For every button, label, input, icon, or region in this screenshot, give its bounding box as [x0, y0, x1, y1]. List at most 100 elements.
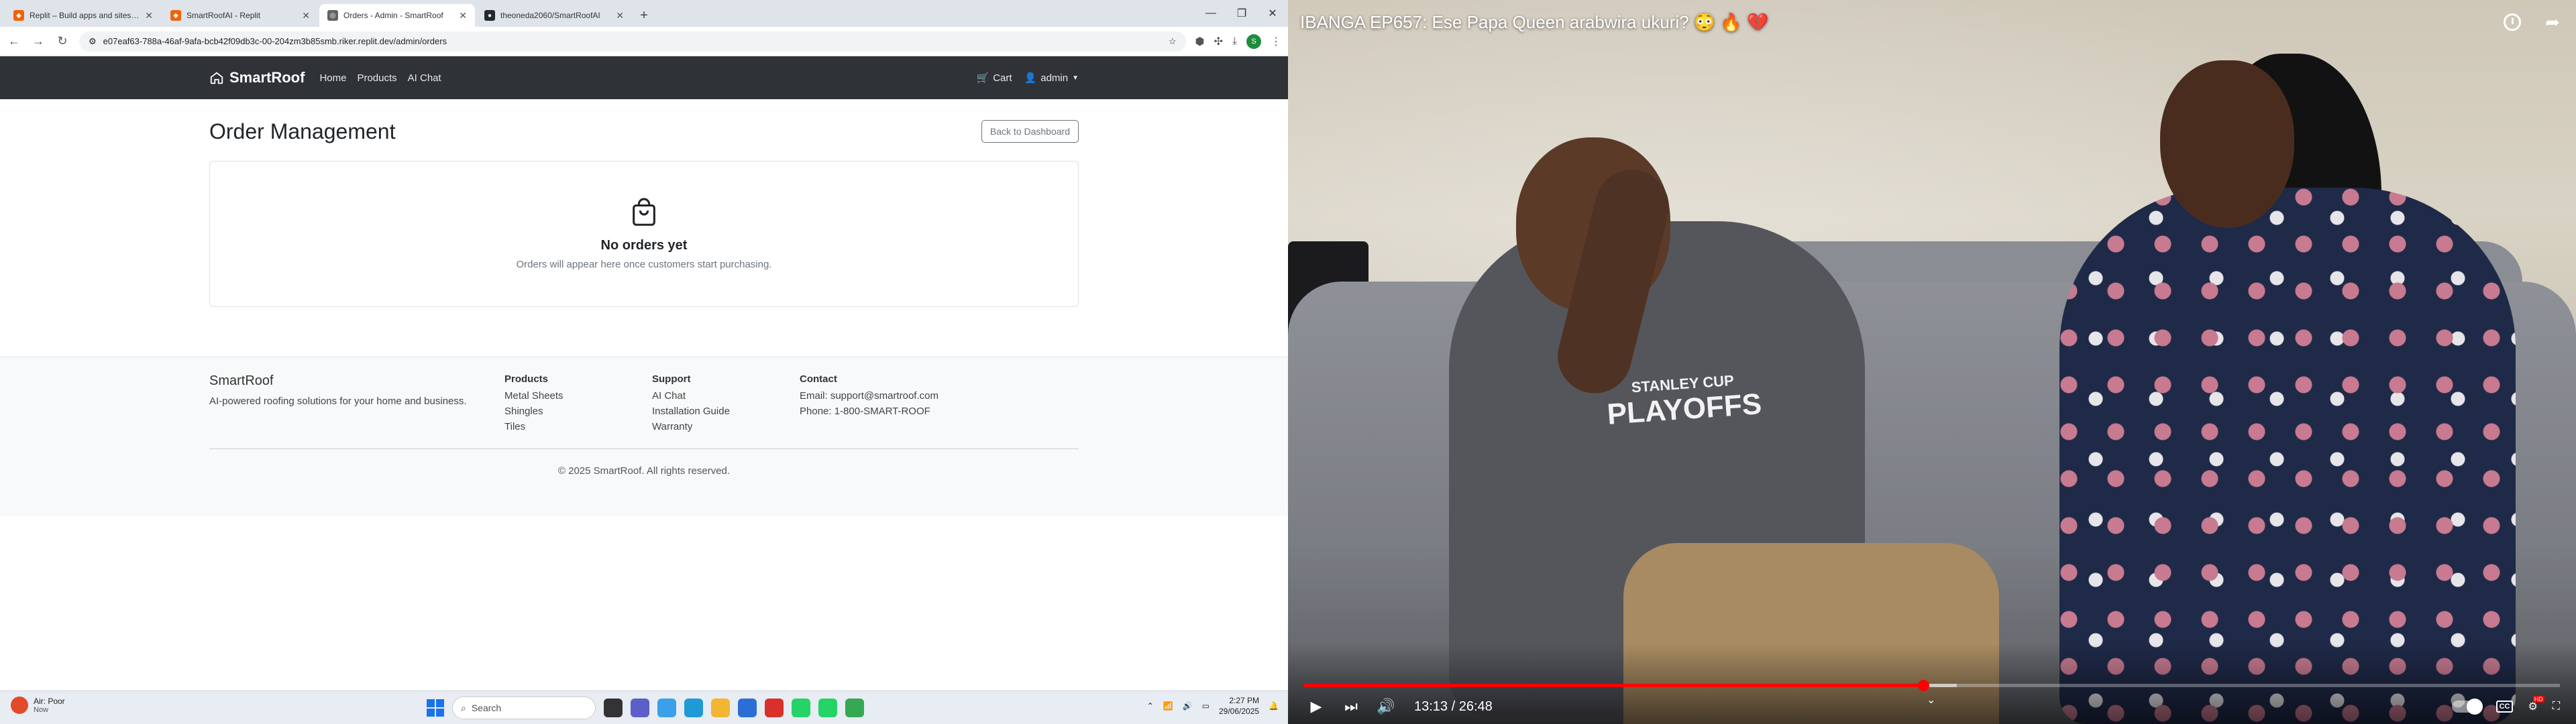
weather-subtitle: Now [34, 706, 49, 714]
footer-tagline: AI-powered roofing solutions for your ho… [209, 396, 467, 407]
next-icon[interactable]: ⏭ [1339, 695, 1363, 719]
cart-icon: 🛒 [976, 72, 989, 84]
video-title[interactable]: IBANGA EP657: Ese Papa Queen arabwira uk… [1300, 12, 1768, 33]
nav-home-link[interactable]: Home [319, 72, 346, 84]
video-progress-bar[interactable] [1304, 680, 2560, 691]
file-explorer-icon[interactable] [711, 699, 730, 717]
task-view-icon[interactable] [604, 699, 623, 717]
cart-link[interactable]: 🛒 Cart [977, 72, 1012, 84]
taskbar-search[interactable]: ⌕ Search [452, 697, 596, 719]
chat-app-icon[interactable] [631, 699, 649, 717]
windows-start-icon[interactable] [427, 699, 444, 717]
tab-title: SmartRoofAI - Replit [186, 11, 261, 20]
cart-label: Cart [993, 72, 1012, 84]
profile-avatar[interactable]: S [1246, 34, 1261, 49]
fullscreen-icon[interactable]: ⛶ [2553, 701, 2560, 713]
settings-gear-icon[interactable]: ⚙ HD [2528, 696, 2544, 713]
extension-area: ⬢ ✣ ⤓ S ⋮ [1195, 34, 1281, 49]
tab-title: Orders - Admin - SmartRoof [343, 11, 443, 20]
footer-phone: Phone: 1-800-SMART-ROOF [800, 406, 930, 417]
footer-link-installation-guide[interactable]: Installation Guide [652, 406, 800, 417]
footer-copyright: © 2025 SmartRoof. All rights reserved. [557, 465, 731, 477]
footer-columns: SmartRoof AI-powered roofing solutions f… [209, 373, 1079, 436]
user-menu-dropdown[interactable]: 👤 admin ▼ [1024, 72, 1079, 84]
tab-title: Replit – Build apps and sites with [30, 11, 140, 20]
weather-title: Air: Poor [34, 697, 65, 706]
site-footer: SmartRoof AI-powered roofing solutions f… [0, 357, 1288, 516]
brand-name: SmartRoof [229, 69, 305, 86]
page-header: Order Management Back to Dashboard [209, 99, 1079, 157]
close-tab-icon[interactable]: ✕ [616, 10, 624, 21]
volume-icon[interactable]: 🔊 [1374, 695, 1398, 719]
close-tab-icon[interactable]: ✕ [302, 10, 310, 21]
user-name: admin [1040, 72, 1069, 84]
footer-link-tiles[interactable]: Tiles [504, 421, 652, 432]
video-title-text: IBANGA EP657: Ese Papa Queen arabwira uk… [1300, 12, 1769, 32]
replit-favicon-icon: ◆ [13, 10, 24, 21]
whatsapp-icon[interactable] [792, 699, 810, 717]
copilot-icon[interactable] [657, 699, 676, 717]
video-controls: ▶ ⏭ 🔊 13:13 / 26:48 CC ⚙ HD ⛶ [1288, 695, 2576, 719]
volume-icon[interactable]: 🔊 [1183, 701, 1193, 711]
browser-tab-2[interactable]: ◆ SmartRoofAI - Replit ✕ [162, 4, 318, 27]
caret-down-icon: ▼ [1072, 74, 1079, 82]
autoplay-toggle[interactable] [2451, 699, 2483, 715]
footer-link-metal-sheets[interactable]: Metal Sheets [504, 390, 652, 402]
nav-ai-chat-link[interactable]: AI Chat [408, 72, 441, 84]
footer-products-heading: Products [504, 373, 549, 385]
edge-browser-icon[interactable] [684, 699, 703, 717]
site-info-icon[interactable]: ⚙ [89, 36, 97, 47]
downloads-icon[interactable]: ⤓ [1232, 36, 1237, 48]
footer-support-heading: Support [652, 373, 691, 385]
close-tab-icon[interactable]: ✕ [459, 10, 467, 21]
browser-tab-4[interactable]: ● theoneda2060/SmartRoofAI ✕ [476, 4, 632, 27]
bookmark-star-icon[interactable]: ☆ [1169, 36, 1177, 47]
minimize-icon[interactable]: — [1195, 7, 1226, 19]
wifi-icon[interactable]: 📶 [1163, 701, 1173, 711]
media-app-icon[interactable] [765, 699, 784, 717]
browser-tab-3[interactable]: ◎ Orders - Admin - SmartRoof ✕ [319, 4, 475, 27]
battery-icon[interactable]: ▭ [1202, 701, 1210, 711]
footer-link-shingles[interactable]: Shingles [504, 406, 652, 417]
back-to-dashboard-button[interactable]: Back to Dashboard [981, 120, 1079, 143]
forward-arrow-icon[interactable]: → [31, 34, 46, 48]
footer-link-warranty[interactable]: Warranty [652, 421, 800, 432]
github-favicon-icon: ● [484, 10, 495, 21]
whatsapp-business-icon[interactable] [818, 699, 837, 717]
restore-icon[interactable]: ❐ [1226, 7, 1257, 20]
chrome-icon[interactable] [845, 699, 864, 717]
weather-widget[interactable]: Air: Poor Now [11, 697, 65, 714]
house-icon [210, 72, 223, 84]
notification-icon[interactable]: 🔔 [1269, 701, 1279, 711]
store-icon[interactable] [738, 699, 757, 717]
search-placeholder: Search [471, 703, 502, 713]
watch-later-icon[interactable] [2502, 12, 2522, 32]
video-player[interactable]: STANLEY CUP PLAYOFFS IBANGA EP657: Ese P… [1288, 0, 2576, 724]
video-woman-head [2160, 60, 2294, 228]
window-controls: — ❐ ✕ [1195, 0, 1288, 27]
user-icon: 👤 [1024, 72, 1037, 84]
taskbar-clock[interactable]: 2:27 PM 29/06/2025 [1219, 695, 1259, 717]
share-icon[interactable]: ➦ [2542, 12, 2563, 32]
footer-contact-heading: Contact [800, 373, 837, 385]
kebab-menu-icon[interactable]: ⋮ [1271, 35, 1281, 48]
tray-overflow-icon[interactable]: ⌃ [1147, 701, 1154, 711]
main-content: Order Management Back to Dashboard No or… [0, 99, 1288, 307]
back-arrow-icon[interactable]: ← [7, 34, 21, 48]
footer-brand: SmartRoof [209, 373, 274, 388]
puzzle-icon[interactable]: ✣ [1214, 35, 1223, 48]
footer-link-ai-chat[interactable]: AI Chat [652, 390, 800, 402]
play-icon[interactable]: ▶ [1304, 695, 1328, 719]
browser-tab-1[interactable]: ◆ Replit – Build apps and sites with ✕ [5, 4, 161, 27]
url-field[interactable]: ⚙ e07eaf63-788a-46af-9afa-bcb42f09db3c-0… [79, 31, 1186, 52]
system-tray: ⌃ 📶 🔊 ▭ 2:27 PM 29/06/2025 🔔 [1147, 695, 1279, 717]
close-window-icon[interactable]: ✕ [1257, 7, 1288, 20]
brand-link[interactable]: SmartRoof [209, 69, 305, 86]
captions-icon[interactable]: CC [2496, 701, 2514, 713]
screen: ◆ Replit – Build apps and sites with ✕ ◆… [0, 0, 2576, 724]
extension-icon[interactable]: ⬢ [1195, 35, 1205, 48]
nav-products-link[interactable]: Products [357, 72, 396, 84]
reload-icon[interactable]: ↻ [55, 34, 70, 48]
new-tab-button[interactable]: + [633, 4, 655, 27]
close-tab-icon[interactable]: ✕ [145, 10, 153, 21]
